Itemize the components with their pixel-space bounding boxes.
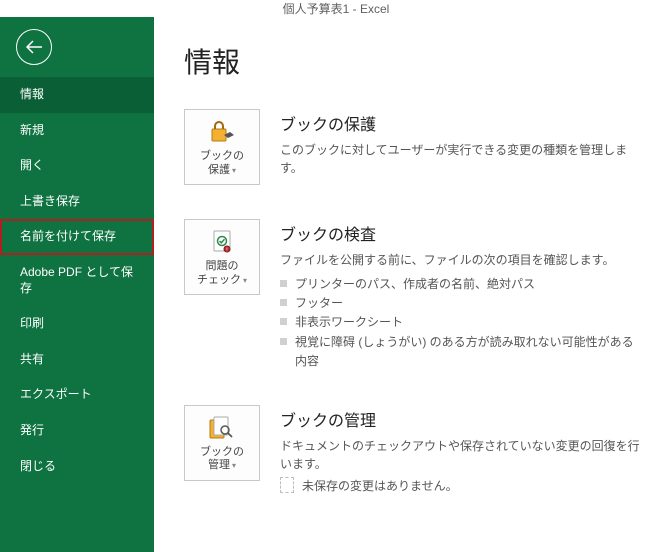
nav-item-3[interactable]: 上書き保存 bbox=[0, 184, 154, 220]
chevron-down-icon: ▾ bbox=[243, 276, 247, 285]
nav-item-9[interactable]: 発行 bbox=[0, 413, 154, 449]
nav-item-4[interactable]: 名前を付けて保存 bbox=[0, 219, 154, 255]
section-manage: ブックの管理▾ ブックの管理 ドキュメントのチェックアウトや保存されていない変更… bbox=[184, 405, 642, 494]
page-title: 情報 bbox=[184, 41, 642, 81]
section-protect: ブックの保護▾ ブックの保護 このブックに対してユーザーが実行できる変更の種類を… bbox=[184, 109, 642, 185]
inspect-heading: ブックの検査 bbox=[280, 221, 642, 245]
list-item: フッター bbox=[280, 294, 642, 313]
manage-workbook-button[interactable]: ブックの管理▾ bbox=[184, 405, 260, 481]
chevron-down-icon: ▾ bbox=[232, 166, 236, 175]
protect-desc: このブックに対してユーザーが実行できる変更の種類を管理します。 bbox=[280, 141, 642, 177]
window-title: 個人予算表1 - Excel bbox=[0, 0, 672, 17]
manage-desc: ドキュメントのチェックアウトや保存されていない変更の回復を行います。 bbox=[280, 437, 642, 473]
manage-heading: ブックの管理 bbox=[280, 407, 642, 431]
content-pane: 情報 ブックの保護▾ ブックの保護 このブックに対してユーザーが実行できる変更の… bbox=[154, 17, 672, 552]
check-issues-button[interactable]: ! 問題のチェック▾ bbox=[184, 219, 260, 295]
nav-item-8[interactable]: エクスポート bbox=[0, 377, 154, 413]
nav-item-1[interactable]: 新規 bbox=[0, 113, 154, 149]
manage-icon bbox=[208, 413, 236, 443]
bullet-icon bbox=[280, 299, 287, 306]
nav-item-6[interactable]: 印刷 bbox=[0, 306, 154, 342]
section-inspect: ! 問題のチェック▾ ブックの検査 ファイルを公開する前に、ファイルの次の項目を… bbox=[184, 219, 642, 371]
list-item: 視覚に障碍 (しょうがい) のある方が読み取れない可能性がある内容 bbox=[280, 333, 642, 371]
inspect-desc: ファイルを公開する前に、ファイルの次の項目を確認します。 bbox=[280, 251, 642, 269]
chevron-down-icon: ▾ bbox=[232, 461, 236, 470]
arrow-left-icon bbox=[25, 40, 43, 54]
lock-icon bbox=[208, 117, 236, 147]
nav-item-0[interactable]: 情報 bbox=[0, 77, 154, 113]
unsaved-changes-row: 未保存の変更はありません。 bbox=[280, 477, 642, 494]
nav-list: 情報新規開く上書き保存名前を付けて保存Adobe PDF として保存印刷共有エク… bbox=[0, 77, 154, 484]
backstage-sidebar: 情報新規開く上書き保存名前を付けて保存Adobe PDF として保存印刷共有エク… bbox=[0, 17, 154, 552]
nav-item-10[interactable]: 閉じる bbox=[0, 449, 154, 485]
nav-item-5[interactable]: Adobe PDF として保存 bbox=[0, 255, 154, 306]
bullet-icon bbox=[280, 280, 287, 287]
inspect-icon: ! bbox=[209, 227, 235, 257]
bullet-icon bbox=[280, 338, 287, 345]
inspect-bullets: プリンターのパス、作成者の名前、絶対パス フッター 非表示ワークシート 視覚に障… bbox=[280, 275, 642, 371]
protect-workbook-button[interactable]: ブックの保護▾ bbox=[184, 109, 260, 185]
nav-item-7[interactable]: 共有 bbox=[0, 342, 154, 378]
list-item: 非表示ワークシート bbox=[280, 313, 642, 332]
document-icon bbox=[280, 477, 294, 493]
bullet-icon bbox=[280, 318, 287, 325]
protect-heading: ブックの保護 bbox=[280, 111, 642, 135]
svg-text:!: ! bbox=[226, 248, 227, 254]
list-item: プリンターのパス、作成者の名前、絶対パス bbox=[280, 275, 642, 294]
nav-item-2[interactable]: 開く bbox=[0, 148, 154, 184]
back-button[interactable] bbox=[16, 29, 52, 65]
